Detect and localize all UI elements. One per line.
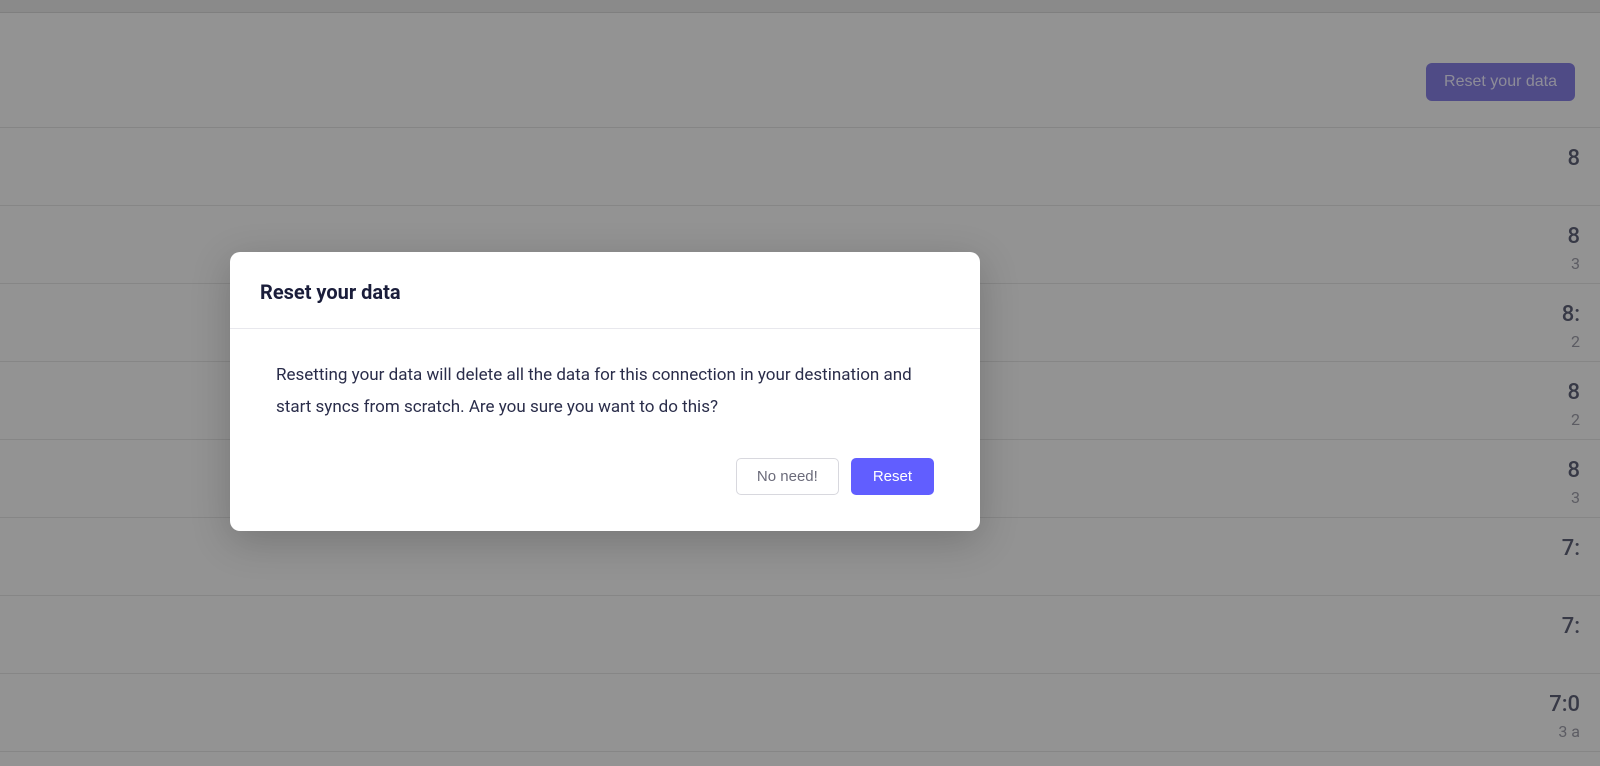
modal-overlay[interactable]: Reset your data Resetting your data will… [0, 0, 1600, 766]
modal-title: Reset your data [260, 280, 950, 304]
reset-confirm-button[interactable]: Reset [851, 458, 934, 495]
modal-footer: No need! Reset [230, 442, 980, 531]
modal-body: Resetting your data will delete all the … [230, 329, 980, 442]
modal-text: Resetting your data will delete all the … [276, 359, 934, 424]
reset-data-modal: Reset your data Resetting your data will… [230, 252, 980, 531]
modal-header: Reset your data [230, 252, 980, 329]
cancel-button[interactable]: No need! [736, 458, 839, 495]
